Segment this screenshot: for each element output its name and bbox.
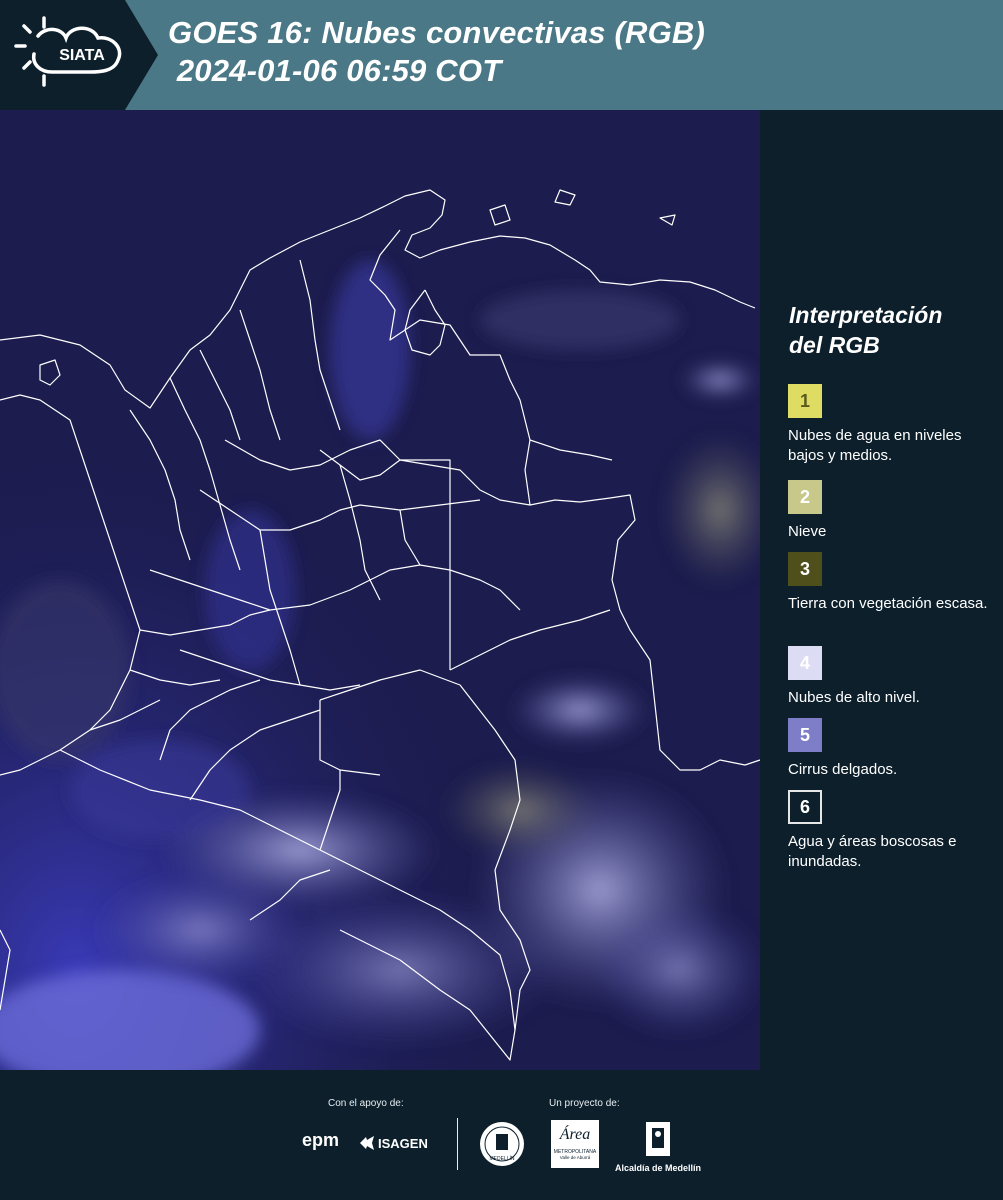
isagen-text: ISAGEN: [378, 1136, 428, 1151]
legend-item: 2 Nieve: [788, 480, 988, 542]
satellite-map: [0, 110, 760, 1070]
area-metropolitana-logo: Área METROPOLITANA Valle de Aburrá: [551, 1120, 599, 1168]
header-bar: SIATA GOES 16: Nubes convectivas (RGB) 2…: [0, 0, 1003, 110]
legend-swatch: 3: [788, 552, 822, 586]
footer-divider: [457, 1118, 458, 1170]
legend-swatch: 2: [788, 480, 822, 514]
legend-swatch: 5: [788, 718, 822, 752]
medellin-seal-logo: MEDELLÍN: [478, 1120, 526, 1173]
area-logo-text: Área: [559, 1126, 591, 1143]
alcaldia-shield-icon: [646, 1122, 670, 1156]
legend-item: 6 Agua y áreas boscosas e inundadas.: [788, 790, 988, 872]
page-title: GOES 16: Nubes convectivas (RGB) 2024-01…: [168, 14, 705, 90]
legend-item: 1 Nubes de agua en niveles bajos y medio…: [788, 384, 988, 466]
legend-label: Nubes de agua en niveles bajos y medios.: [788, 427, 962, 464]
siata-logo: SIATA: [0, 0, 158, 110]
legend-label: Nubes de alto nivel.: [788, 689, 920, 706]
rgb-composite-image: [0, 110, 760, 1070]
isagen-logo: ISAGEN: [358, 1132, 442, 1159]
legend-title: Interpretación del RGB: [789, 300, 942, 360]
legend-title-line-2: del RGB: [789, 332, 880, 358]
area-logo-sub-2: Valle de Aburrá: [559, 1155, 591, 1160]
medellin-seal-text: MEDELLÍN: [489, 1155, 514, 1162]
legend-label: Cirrus delgados.: [788, 761, 898, 778]
title-line-1: GOES 16: Nubes convectivas (RGB): [168, 15, 706, 50]
legend-swatch: 6: [788, 790, 822, 824]
legend-item: 3 Tierra con vegetación escasa.: [788, 552, 988, 614]
legend-label: Tierra con vegetación escasa.: [788, 595, 988, 612]
legend-swatch: 4: [788, 646, 822, 680]
legend-label: Agua y áreas boscosas e inundadas.: [788, 833, 957, 870]
legend-panel: Interpretación del RGB 1 Nubes de agua e…: [760, 110, 1003, 1070]
legend-item: 4 Nubes de alto nivel.: [788, 646, 988, 708]
legend-title-line-1: Interpretación: [789, 302, 943, 328]
legend-swatch: 1: [788, 384, 822, 418]
legend-item: 5 Cirrus delgados.: [788, 718, 988, 780]
title-line-2: 2024-01-06 06:59 COT: [168, 53, 502, 88]
siata-logo-text: SIATA: [59, 47, 105, 64]
alcaldia-logo: Alcaldía de Medellín: [610, 1120, 706, 1173]
project-caption: Un proyecto de:: [549, 1098, 620, 1109]
isagen-mark-icon: ISAGEN: [360, 1136, 428, 1151]
epm-logo: epm: [302, 1130, 340, 1150]
legend-label: Nieve: [788, 523, 827, 540]
footer-bar: Con el apoyo de: Un proyecto de: epm ISA…: [0, 1070, 1003, 1200]
alcaldia-text: Alcaldía de Medellín: [614, 1163, 702, 1173]
support-caption: Con el apoyo de:: [328, 1098, 404, 1109]
